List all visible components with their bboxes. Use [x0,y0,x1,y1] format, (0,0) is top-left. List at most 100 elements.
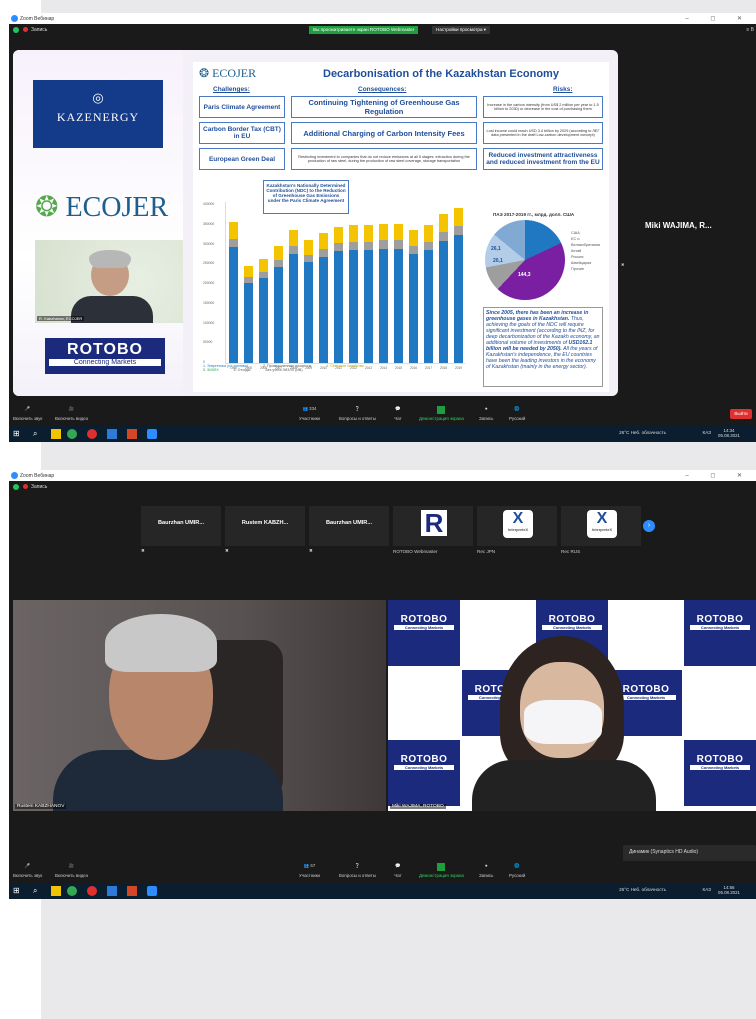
backdrop-blank-tile [684,670,756,736]
language-button[interactable]: 🌐 Русский [509,863,525,878]
security-shield-icon[interactable] [13,27,19,33]
speaker-hair [89,250,131,268]
powerpoint-icon[interactable] [127,886,137,896]
participant-thumbnail[interactable]: X InterpreteX Rec JPN [477,506,557,554]
audio-device-label: Динамик (Synaptics HD Audio) [629,849,699,855]
zoom-taskbar-icon[interactable] [147,429,157,439]
legend-item: 4. Сельское хозяйство [326,364,364,368]
chart-bar-segment [424,250,433,363]
chart-bar-segment [259,271,268,278]
chart-bar-segment [394,223,403,241]
share-screen-icon [437,406,446,414]
view-options-button[interactable]: Настройки просмотра ▾ [432,26,491,34]
participants-button[interactable]: 👥 334 Участники [299,406,320,421]
window-controls[interactable]: – ◻ ✕ [685,472,752,479]
interpretex-logo-text: InterpreteX [507,528,529,532]
weather-widget[interactable]: 26°C Неб. облачность [619,430,666,435]
chart-bar-segment [364,241,373,251]
chart-bar-segment [229,238,238,248]
word-icon[interactable] [107,886,117,896]
clock-date: 05.08.2021 [718,890,740,895]
rotobo-backdrop-tile: ROTOBOConnecting Markets [388,740,460,806]
risk-box: Increase in the carbon intensity (from U… [483,96,603,118]
qa-label: Вопросы и ответы [339,416,376,421]
risks-header: Risks: [553,86,573,93]
start-video-button[interactable]: 🎥 Включить видео [55,406,88,421]
search-icon[interactable]: ⌕ [33,429,43,439]
zoom-taskbar-icon[interactable] [147,886,157,896]
participant-thumbnail[interactable]: R ROTOBO Webmaster [393,506,473,554]
consequences-header: Consequences: [358,86,407,93]
unmute-button[interactable]: 🎤 Включить звук [13,406,42,421]
file-explorer-icon[interactable] [51,429,61,439]
speaker-hair [105,614,217,672]
zoom-logo-icon [11,472,18,479]
y-tick-label: 100000 [203,320,215,325]
y-tick-label: 350000 [203,221,215,226]
start-video-button[interactable]: 🎥 Включить видео [55,863,88,878]
legend-item: 5. Отходы [233,368,251,372]
chart-bar-segment [289,246,298,255]
system-clock[interactable]: 14:34 05.08.2021 [718,428,740,438]
qa-button[interactable]: ❔ Вопросы и ответы [339,863,376,878]
chart-bar-segment [334,226,343,244]
chart-bars: 1990 2005 2006 2007 2008 2009 2010 2011 2012 2013… [225,202,465,370]
tray-language[interactable]: КАЗ [703,887,711,892]
consequence-box: Continuing Tightening of Greenhouse Gas … [291,96,477,118]
qa-label: Вопросы и ответы [339,873,376,878]
security-shield-icon[interactable] [13,484,19,490]
record-button[interactable]: ⏺ Запись [479,406,493,421]
chrome-icon[interactable] [67,429,77,439]
chat-button[interactable]: 💬 Чат [394,406,402,421]
file-explorer-icon[interactable] [51,886,61,896]
participant-thumbnail[interactable]: Baurzhan UMIR... ✖ [141,506,221,553]
view-mode-button[interactable]: ≡ В [746,27,754,33]
share-screen-button[interactable]: Демонстрация экрана [419,863,464,878]
chrome-icon[interactable] [67,886,77,896]
app-icon[interactable] [87,886,97,896]
search-icon[interactable]: ⌕ [33,886,43,896]
chart-bar-segment [394,240,403,249]
participant-thumbnail[interactable]: X InterpreteX Rec RUS [561,506,641,554]
powerpoint-icon[interactable] [127,429,137,439]
rotobo-text: ROTOBO [67,341,143,358]
participant-thumbnail[interactable]: Rustem KABZH... ✖ [225,506,305,553]
chart-bar-segment [289,254,298,363]
video-name-tag: Miki WAJIMA, ROTOBO [390,804,446,809]
weather-widget[interactable]: 26°C Неб. облачность [619,887,666,892]
participant-thumbnail[interactable]: Baurzhan UMIR... ✖ [309,506,389,553]
next-page-arrow-icon[interactable]: › [643,520,655,532]
app-icon[interactable] [87,429,97,439]
qa-icon: ❔ [354,406,361,411]
system-clock[interactable]: 14:56 05.08.2021 [718,885,740,895]
share-screen-button[interactable]: Демонстрация экрана [419,406,464,421]
chart-bar-segment [229,222,238,239]
leave-button[interactable]: Выйти [730,409,752,419]
unmute-button[interactable]: 🎤 Включить звук [13,863,42,878]
word-icon[interactable] [107,429,117,439]
windows-start-icon[interactable]: ⊞ [13,429,23,439]
rotobo-tile-subtext: Connecting Markets [616,695,676,700]
interpretex-logo: X InterpreteX [503,510,533,538]
chart-bar-segment [304,254,313,263]
chart-bar-segment [439,213,448,232]
muted-mic-icon: ✖ [621,262,625,267]
qa-button[interactable]: ❔ Вопросы и ответы [339,406,376,421]
window-controls[interactable]: – ◻ ✕ [685,15,752,22]
chat-button[interactable]: 💬 Чат [394,863,402,878]
rotobo-tile-subtext: Connecting Markets [690,625,750,630]
muted-mic-icon: ✖ [309,548,313,553]
windows-taskbar: ⊞ ⌕ 26°C Неб. облачность КАЗ 14:56 05.08.… [9,883,756,899]
backdrop-blank-tile [610,600,682,666]
meeting-toolbar: 🎤 Включить звук 🎥 Включить видео 👥 334 Учас… [9,404,756,426]
windows-start-icon[interactable]: ⊞ [13,886,23,896]
chart-bar-segment [379,223,388,241]
record-label: Запись [479,873,494,878]
participants-button[interactable]: 👥 67 Участники [299,863,320,878]
chart-bar-segment [259,259,268,272]
tray-language[interactable]: КАЗ [703,430,711,435]
recording-indicator-icon [23,484,28,489]
rotobo-tile-subtext: Connecting Markets [542,625,602,630]
language-button[interactable]: 🌐 Русский [509,406,525,421]
record-button[interactable]: ⏺ Запись [479,863,493,878]
